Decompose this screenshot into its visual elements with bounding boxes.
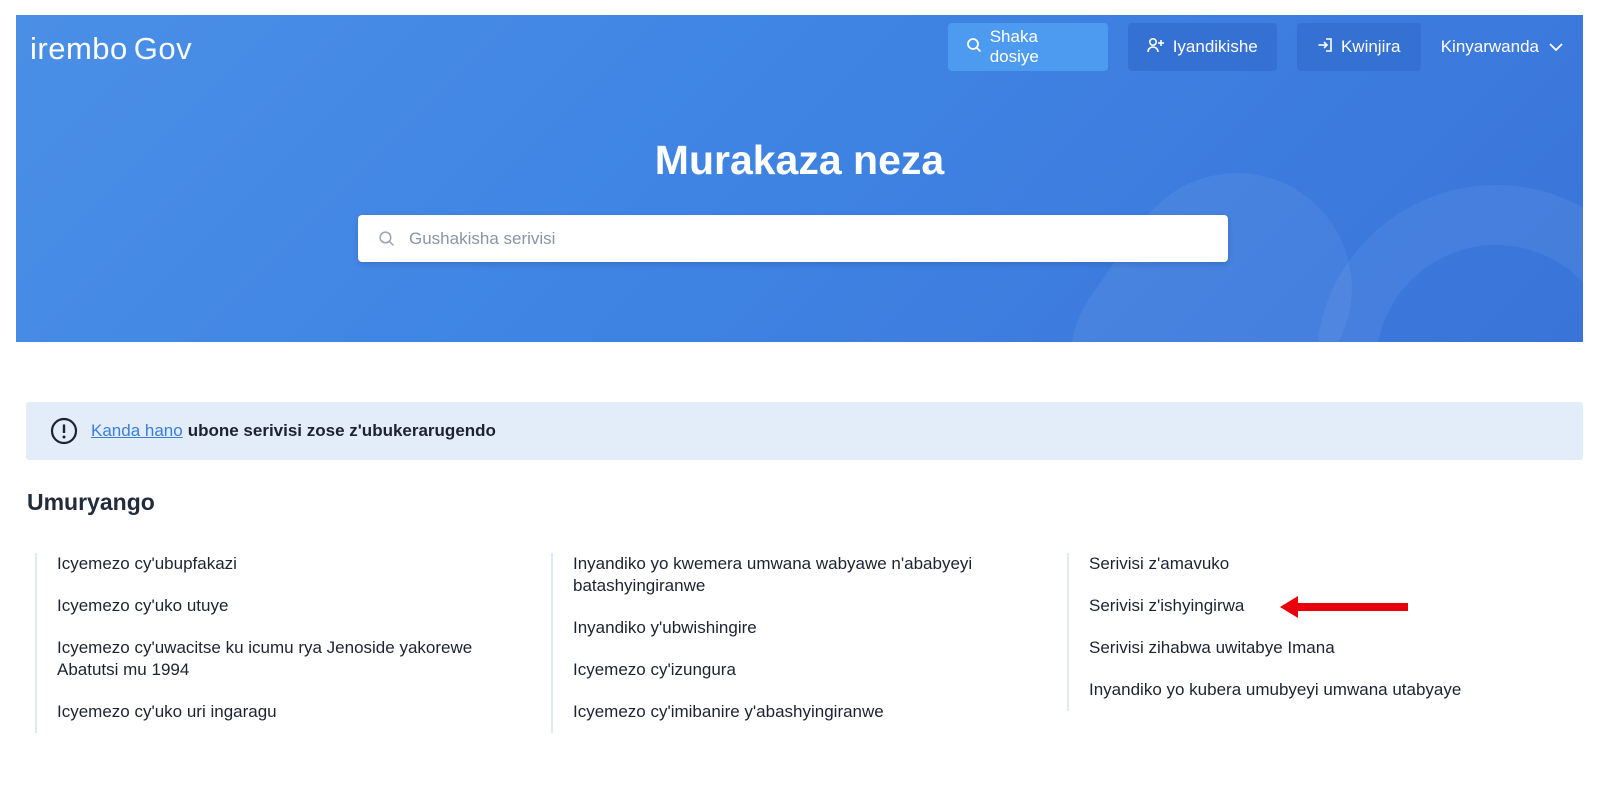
red-arrow-annotation <box>1280 596 1408 618</box>
tourism-notice-banner: Kanda hano ubone serivisi zose z'ubukera… <box>26 402 1583 460</box>
service-column-1: Icyemezo cy'ubupfakazi Icyemezo cy'uko u… <box>35 553 527 733</box>
search-icon <box>378 230 395 247</box>
service-link[interactable]: Icyemezo cy'uko uri ingaragu <box>57 701 527 723</box>
logo[interactable]: irembo Gov <box>30 31 192 67</box>
search-icon <box>966 37 982 58</box>
login-button[interactable]: Kwinjira <box>1296 23 1421 71</box>
logo-gov: Gov <box>133 31 193 66</box>
language-selector[interactable]: Kinyarwanda <box>1441 37 1563 57</box>
logo-brand: irembo <box>30 31 128 66</box>
click-here-link[interactable]: Kanda hano <box>91 421 183 441</box>
section-title: Umuryango <box>27 489 155 515</box>
service-link[interactable]: Icyemezo cy'ubupfakazi <box>57 553 527 575</box>
service-search-bar[interactable] <box>358 215 1228 262</box>
search-file-button[interactable]: Shaka dosiye <box>947 23 1108 71</box>
search-file-label: Shaka dosiye <box>989 27 1039 66</box>
top-nav: Shaka dosiye Iyandikishe Kwinjira Kinyar… <box>947 23 1583 71</box>
service-link[interactable]: Inyandiko yo kwemera umwana wabyawe n'ab… <box>573 553 1053 597</box>
service-link[interactable]: Icyemezo cy'izungura <box>573 659 1053 681</box>
service-column-3: Serivisi z'amavuko Serivisi z'ishyingirw… <box>1067 553 1549 711</box>
service-link[interactable]: Icyemezo cy'uwacitse ku icumu rya Jenosi… <box>57 637 527 681</box>
language-label: Kinyarwanda <box>1440 37 1539 56</box>
chevron-down-icon <box>1549 37 1563 57</box>
login-label: Kwinjira <box>1340 37 1401 56</box>
alert-circle-icon <box>50 417 78 445</box>
service-column-2: Inyandiko yo kwemera umwana wabyawe n'ab… <box>551 553 1053 733</box>
add-user-icon <box>1146 37 1165 58</box>
service-link[interactable]: Serivisi zihabwa uwitabye Imana <box>1089 637 1549 659</box>
register-label: Iyandikishe <box>1172 37 1258 56</box>
service-link[interactable]: Icyemezo cy'imibanire y'abashyingiranwe <box>573 701 1053 723</box>
hero-banner: irembo Gov Shaka dosiye Iyandikishe Kwin… <box>16 15 1583 342</box>
login-icon <box>1317 37 1333 58</box>
service-link[interactable]: Inyandiko y'ubwishingire <box>573 617 1053 639</box>
service-link[interactable]: Serivisi z'amavuko <box>1089 553 1549 575</box>
service-search-input[interactable] <box>407 217 1228 260</box>
hero-title: Murakaza neza <box>654 137 945 183</box>
service-link[interactable]: Inyandiko yo kubera umubyeyi umwana utab… <box>1089 679 1549 701</box>
decorative-ring <box>1316 185 1583 342</box>
service-link[interactable]: Icyemezo cy'uko utuye <box>57 595 527 617</box>
register-button[interactable]: Iyandikishe <box>1127 23 1277 71</box>
notice-text: ubone serivisi zose z'ubukerarugendo <box>187 421 496 440</box>
